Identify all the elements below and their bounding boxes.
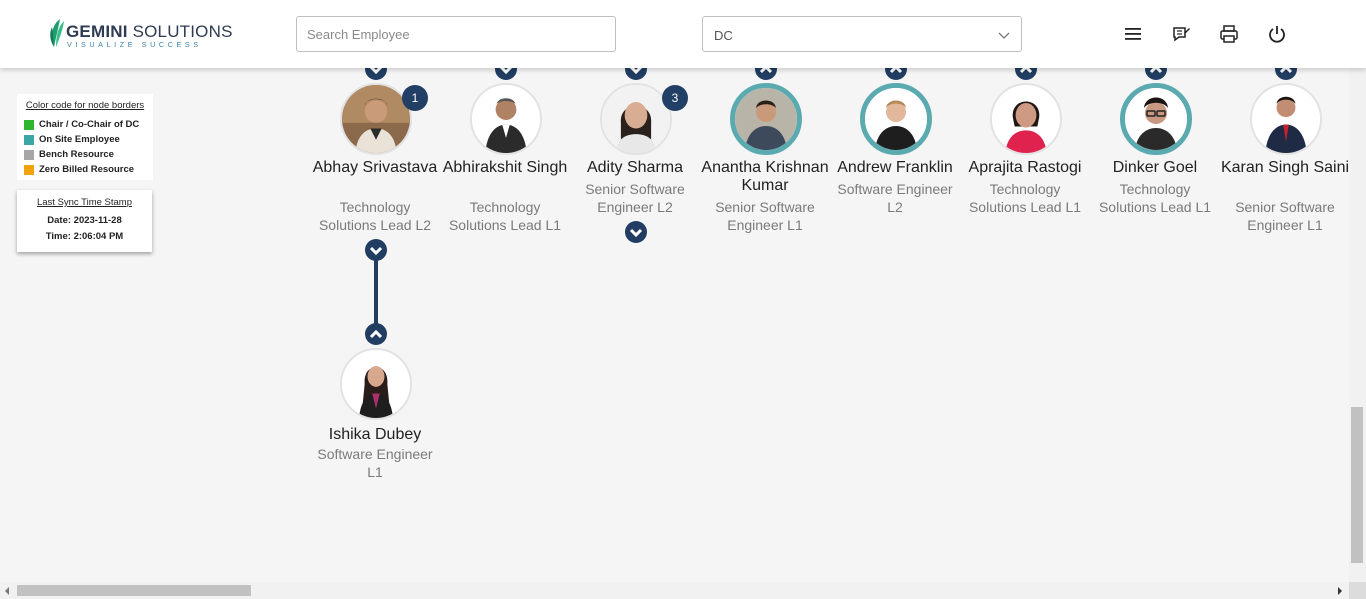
subordinate-count-badge: 3 (662, 85, 688, 111)
employee-avatar (730, 83, 802, 155)
employee-avatar (340, 83, 412, 155)
employee-role: Technology Solutions Lead L2 (318, 199, 432, 233)
employee-avatar (1120, 83, 1192, 155)
horizontal-scrollbar[interactable] (0, 582, 1349, 599)
power-icon[interactable] (1266, 23, 1288, 45)
employee-role: Technology Solutions Lead L1 (448, 199, 562, 233)
employee-avatar (600, 83, 672, 155)
legend-item: On Site Employee (23, 132, 147, 147)
employee-avatar (1250, 83, 1322, 155)
employee-name: Abhay Srivastava (312, 159, 438, 176)
employee-name: Abhirakshit Singh (442, 159, 568, 176)
vertical-scrollbar[interactable] (1349, 68, 1366, 582)
employee-name: Dinker Goel (1112, 159, 1198, 176)
tree-connector (374, 258, 378, 326)
department-select-value: DC (714, 28, 733, 43)
company-logo[interactable]: GEMINI SOLUTIONS VISUALIZE SUCCESS (46, 17, 232, 51)
employee-role: Senior Software Engineer L1 (715, 199, 815, 233)
scroll-left-arrow-icon[interactable] (5, 587, 9, 595)
employee-name: Anantha Krishnan Kumar (701, 159, 829, 194)
print-icon[interactable] (1218, 23, 1240, 45)
expand-toggle[interactable] (365, 323, 387, 345)
legend-item: Bench Resource (23, 147, 147, 162)
legend-swatch (24, 149, 34, 160)
employee-name: Ishika Dubey (328, 426, 422, 443)
color-code-legend: Color code for node borders Chair / Co-C… (17, 94, 153, 180)
app-header: GEMINI SOLUTIONS VISUALIZE SUCCESS DC (0, 0, 1366, 68)
chevron-down-icon (629, 228, 643, 238)
sync-date: Date: 2023-11-28 (47, 215, 122, 226)
leaf-logo-icon (50, 19, 64, 47)
legend-swatch (24, 134, 34, 145)
chevron-down-icon (998, 32, 1010, 39)
employee-role: Senior Software Engineer L1 (1235, 199, 1335, 233)
logo-tagline: VISUALIZE SUCCESS (67, 40, 202, 49)
employee-name: Andrew Franklin (837, 159, 953, 176)
employee-name: Aprajita Rastogi (968, 159, 1082, 176)
legend-item: Chair / Co-Chair of DC (23, 117, 147, 132)
employee-avatar (990, 83, 1062, 155)
department-select[interactable]: DC (702, 16, 1022, 52)
search-employee-input[interactable] (296, 16, 616, 52)
employee-avatar (470, 83, 542, 155)
employee-name: Karan Singh Saini (1220, 159, 1350, 176)
employee-role: Software Engineer L2 (837, 181, 953, 215)
sync-time: Time: 2:06:04 PM (45, 231, 124, 242)
scroll-right-arrow-icon[interactable] (1338, 587, 1342, 595)
menu-icon[interactable] (1122, 23, 1144, 45)
employee-name: Adity Sharma (586, 159, 684, 176)
scrollbar-corner (1349, 582, 1366, 599)
employee-role: Senior Software Engineer L2 (585, 181, 685, 215)
employee-avatar (860, 83, 932, 155)
employee-role: Software Engineer L1 (317, 446, 433, 480)
legend-item: Zero Billed Resource (23, 162, 147, 177)
employee-role: Technology Solutions Lead L1 (968, 181, 1082, 215)
logo-name: GEMINI SOLUTIONS (66, 22, 233, 41)
legend-title: Color code for node borders (25, 100, 145, 111)
expand-children-toggle[interactable] (625, 221, 647, 243)
subordinate-count-badge: 1 (402, 85, 428, 111)
legend-swatch (24, 164, 34, 175)
feedback-icon[interactable] (1170, 23, 1192, 45)
chevron-up-icon (369, 329, 383, 339)
vertical-scroll-thumb[interactable] (1351, 407, 1363, 563)
sync-title: Last Sync Time Stamp (36, 197, 133, 208)
last-sync-panel: Last Sync Time Stamp Date: 2023-11-28 Ti… (17, 190, 152, 252)
employee-role: Technology Solutions Lead L1 (1098, 181, 1212, 215)
horizontal-scroll-thumb[interactable] (17, 585, 251, 596)
employee-avatar (340, 348, 412, 420)
legend-swatch (24, 119, 34, 130)
